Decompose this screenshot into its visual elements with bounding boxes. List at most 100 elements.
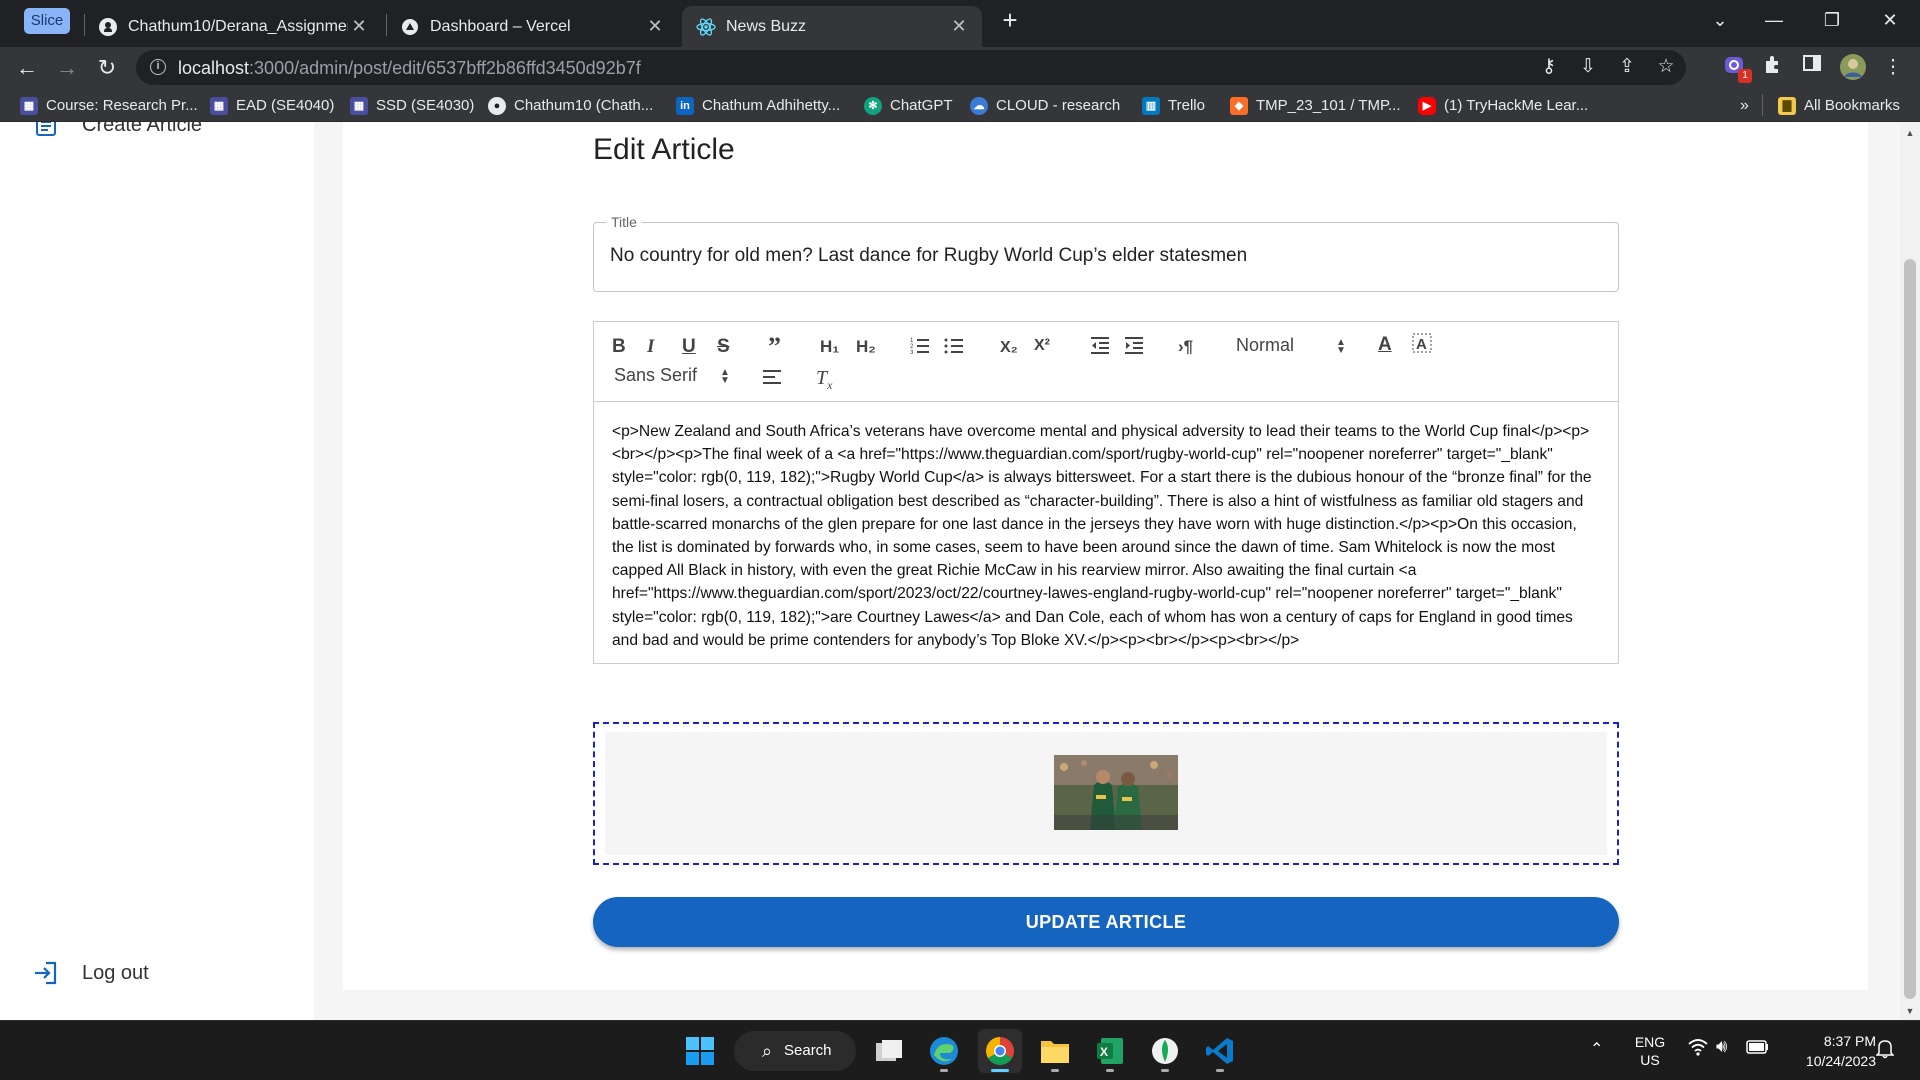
- editor-content[interactable]: <p>New Zealand and South Africa’s vetera…: [612, 420, 1602, 652]
- superscript-button[interactable]: X²: [1034, 334, 1050, 358]
- align-icon[interactable]: [762, 366, 782, 390]
- excel-icon[interactable]: X: [1088, 1029, 1132, 1073]
- battery-icon[interactable]: [1746, 1039, 1770, 1058]
- bookmark-item[interactable]: ▥ Trello: [1142, 95, 1205, 117]
- all-bookmarks-button[interactable]: ▇ All Bookmarks: [1778, 95, 1900, 117]
- tab-search-chevron-icon[interactable]: ⌄: [1700, 4, 1740, 36]
- bookmark-item[interactable]: ▦ EAD (SE4040): [210, 95, 334, 117]
- tab-vercel-dashboard[interactable]: Dashboard – Vercel ✕: [400, 6, 676, 47]
- subscript-button[interactable]: X₂: [1000, 336, 1018, 360]
- new-tab-button[interactable]: +: [996, 6, 1024, 34]
- bookmark-star-icon[interactable]: ☆: [1651, 52, 1681, 82]
- wifi-icon[interactable]: [1688, 1038, 1708, 1061]
- tab-github-derana[interactable]: Chathum10/Derana_Assignment ✕: [98, 6, 380, 47]
- clock[interactable]: 8:37 PM 10/24/2023: [1780, 1031, 1876, 1071]
- mongodb-compass-icon[interactable]: [1143, 1029, 1187, 1073]
- extensions-puzzle-icon[interactable]: [1758, 53, 1788, 83]
- background-color-icon[interactable]: A: [1412, 333, 1432, 357]
- task-view-icon[interactable]: [867, 1029, 911, 1073]
- close-icon[interactable]: ✕: [644, 16, 666, 37]
- page-scrollbar[interactable]: ▲ ▼: [1900, 122, 1920, 1020]
- svg-text:A: A: [1416, 336, 1427, 353]
- running-indicator: [1216, 1069, 1224, 1072]
- url-text[interactable]: localhost:3000/admin/post/edit/6537bff2b…: [178, 58, 641, 79]
- bullet-list-icon[interactable]: [944, 335, 964, 359]
- clock-date: 10/24/2023: [1805, 1053, 1876, 1069]
- minimize-icon[interactable]: —: [1754, 4, 1794, 36]
- close-icon[interactable]: ✕: [348, 16, 370, 37]
- scroll-up-icon[interactable]: ▲: [1900, 128, 1920, 138]
- chrome-icon[interactable]: [978, 1029, 1022, 1073]
- vscode-icon[interactable]: [1198, 1029, 1242, 1073]
- font-picker[interactable]: Sans Serif ▲ ▼: [614, 365, 734, 386]
- bookmark-item[interactable]: ▦ SSD (SE4030): [350, 95, 474, 117]
- extension-icon[interactable]: 1: [1720, 53, 1752, 83]
- slice-extension-button[interactable]: Slice: [24, 8, 70, 34]
- close-icon[interactable]: ✕: [948, 16, 970, 37]
- title-input[interactable]: No country for old men? Last dance for R…: [610, 245, 1602, 267]
- close-window-icon[interactable]: ✕: [1870, 4, 1910, 36]
- edge-icon[interactable]: [922, 1029, 966, 1073]
- ordered-list-icon[interactable]: 123: [910, 335, 930, 359]
- bookmark-item[interactable]: ● Chathum10 (Chath...: [488, 95, 653, 117]
- bookmark-item[interactable]: ▦ Course: Research Pr...: [20, 95, 198, 117]
- clock-time: 8:37 PM: [1823, 1033, 1876, 1049]
- back-icon[interactable]: ←: [10, 51, 44, 85]
- strike-button[interactable]: S: [717, 335, 730, 359]
- scrollbar-thumb[interactable]: [1904, 259, 1916, 999]
- admin-sidebar: Create Article Log out: [0, 122, 314, 1020]
- image-dropzone[interactable]: [593, 722, 1619, 865]
- windows-start-icon[interactable]: [678, 1029, 722, 1073]
- profile-avatar[interactable]: [1838, 53, 1868, 83]
- file-explorer-icon[interactable]: [1033, 1029, 1077, 1073]
- title-field[interactable]: Title No country for old men? Last dance…: [593, 214, 1619, 292]
- text-color-button[interactable]: A: [1378, 333, 1392, 357]
- volume-icon[interactable]: 🔊︎: [1716, 1036, 1727, 1057]
- side-panel-icon[interactable]: [1797, 53, 1827, 83]
- react-icon: [696, 17, 716, 37]
- language-indicator[interactable]: ENG US: [1628, 1033, 1672, 1069]
- password-key-icon[interactable]: ⚷: [1534, 52, 1564, 82]
- tab-news-buzz[interactable]: News Buzz ✕: [682, 6, 982, 47]
- bookmark-label: TMP_23_101 / TMP...: [1256, 97, 1401, 114]
- bookmark-item[interactable]: ◆ TMP_23_101 / TMP...: [1230, 95, 1401, 117]
- sidebar-item-logout[interactable]: Log out: [32, 956, 149, 990]
- indent-icon[interactable]: [1124, 335, 1144, 359]
- update-article-button[interactable]: UPDATE ARTICLE: [593, 897, 1619, 947]
- bold-button[interactable]: B: [612, 335, 626, 359]
- bookmark-label: Trello: [1168, 97, 1205, 114]
- sliit-icon: ▦: [20, 97, 38, 115]
- article-image-thumbnail[interactable]: [1054, 755, 1178, 830]
- reload-icon[interactable]: ↻: [90, 51, 124, 85]
- h1-button[interactable]: H₁: [820, 335, 839, 359]
- address-bar[interactable]: i localhost:3000/admin/post/edit/6537bff…: [136, 50, 1686, 85]
- restore-icon[interactable]: ❐: [1812, 4, 1852, 36]
- chrome-menu-icon[interactable]: ⋮: [1878, 53, 1908, 83]
- taskbar-search-label: Search: [784, 1042, 832, 1059]
- clear-format-button[interactable]: Tx: [816, 366, 832, 392]
- site-info-icon[interactable]: i: [150, 59, 166, 75]
- bookmark-item[interactable]: ✻ ChatGPT: [864, 95, 953, 117]
- blockquote-button[interactable]: ”: [768, 334, 781, 360]
- github-icon: [98, 17, 118, 37]
- share-icon[interactable]: ⇪: [1612, 52, 1642, 82]
- outdent-icon[interactable]: [1090, 335, 1110, 359]
- h2-button[interactable]: H₂: [856, 335, 876, 359]
- chatgpt-icon: ✻: [864, 97, 882, 115]
- text-direction-button[interactable]: ›¶: [1178, 335, 1193, 359]
- bookmark-item[interactable]: ☁ CLOUD - research: [970, 95, 1120, 117]
- tray-overflow-chevron-icon[interactable]: ⌃: [1590, 1039, 1603, 1059]
- install-app-icon[interactable]: ⇩: [1573, 52, 1603, 82]
- header-picker[interactable]: Normal ▲ ▼: [1236, 335, 1356, 356]
- underline-button[interactable]: U: [682, 335, 696, 359]
- scroll-down-icon[interactable]: ▼: [1900, 1006, 1920, 1016]
- notification-bell-icon[interactable]: [1875, 1039, 1895, 1062]
- italic-button[interactable]: I: [647, 335, 654, 359]
- bookmark-item[interactable]: in Chathum Adhihetty...: [676, 95, 840, 117]
- bookmarks-overflow-button[interactable]: »: [1740, 95, 1749, 117]
- forward-icon[interactable]: →: [50, 51, 84, 85]
- taskbar-search[interactable]: ⌕ Search: [734, 1031, 856, 1071]
- sliit-icon: ▦: [350, 97, 368, 115]
- sidebar-item-create-article[interactable]: Create Article: [32, 122, 202, 142]
- bookmark-item[interactable]: ▶ (1) TryHackMe Lear...: [1418, 95, 1588, 117]
